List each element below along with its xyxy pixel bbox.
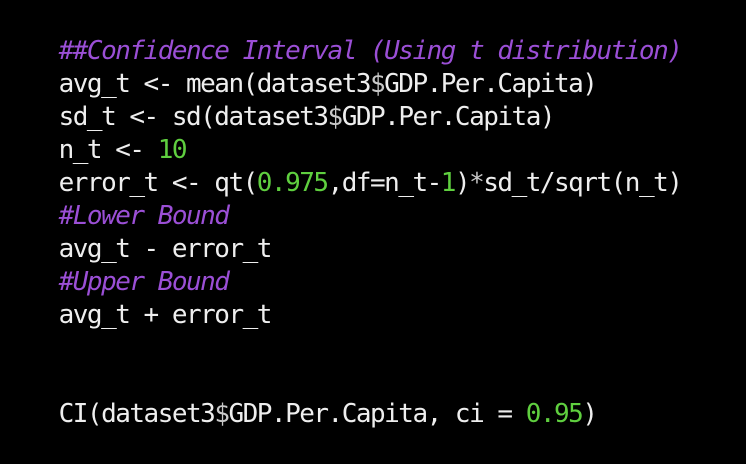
code-line-4: n_t <- 10 <box>2 101 188 165</box>
code-line-6: #Lower Bound <box>2 167 230 231</box>
dollar-operator: $ <box>327 102 344 132</box>
code-line-7: avg_t - error_t <box>2 200 273 264</box>
numeric-literal: 0.95 <box>525 399 584 429</box>
code-text: ) <box>454 168 471 198</box>
code-line-12: CI(dataset3$GDP.Per.Capita, ci = 0.95) <box>2 365 598 429</box>
multiply-operator: * <box>469 168 485 198</box>
code-line-8: #Upper Bound <box>2 233 230 297</box>
code-line-9: avg_t + error_t <box>2 266 273 330</box>
code-editor[interactable]: ##Confidence Interval (Using t distribut… <box>0 0 746 429</box>
numeric-literal: 1 <box>440 168 457 198</box>
dollar-operator: $ <box>214 399 230 429</box>
code-text: CI(dataset3 <box>58 399 216 429</box>
code-text: sd_t/sqrt(n_t) <box>483 168 683 198</box>
code-text: ,df=n_t- <box>327 168 443 198</box>
code-text: ) <box>582 399 598 429</box>
code-text: GDP.Per.Capita) <box>341 102 556 132</box>
numeric-literal: 0.975 <box>256 168 329 198</box>
code-text: avg_t + error_t <box>58 300 273 330</box>
code-line-1: ##Confidence Interval (Using t distribut… <box>2 2 683 66</box>
code-text: GDP.Per.Capita, ci = <box>228 399 526 429</box>
code-line-5: error_t <- qt(0.975,df=n_t-1)*sd_t/sqrt(… <box>2 134 683 198</box>
code-line-3: sd_t <- sd(dataset3$GDP.Per.Capita) <box>2 68 556 132</box>
code-line-2: avg_t <- mean(dataset3$GDP.Per.Capita) <box>2 35 598 99</box>
